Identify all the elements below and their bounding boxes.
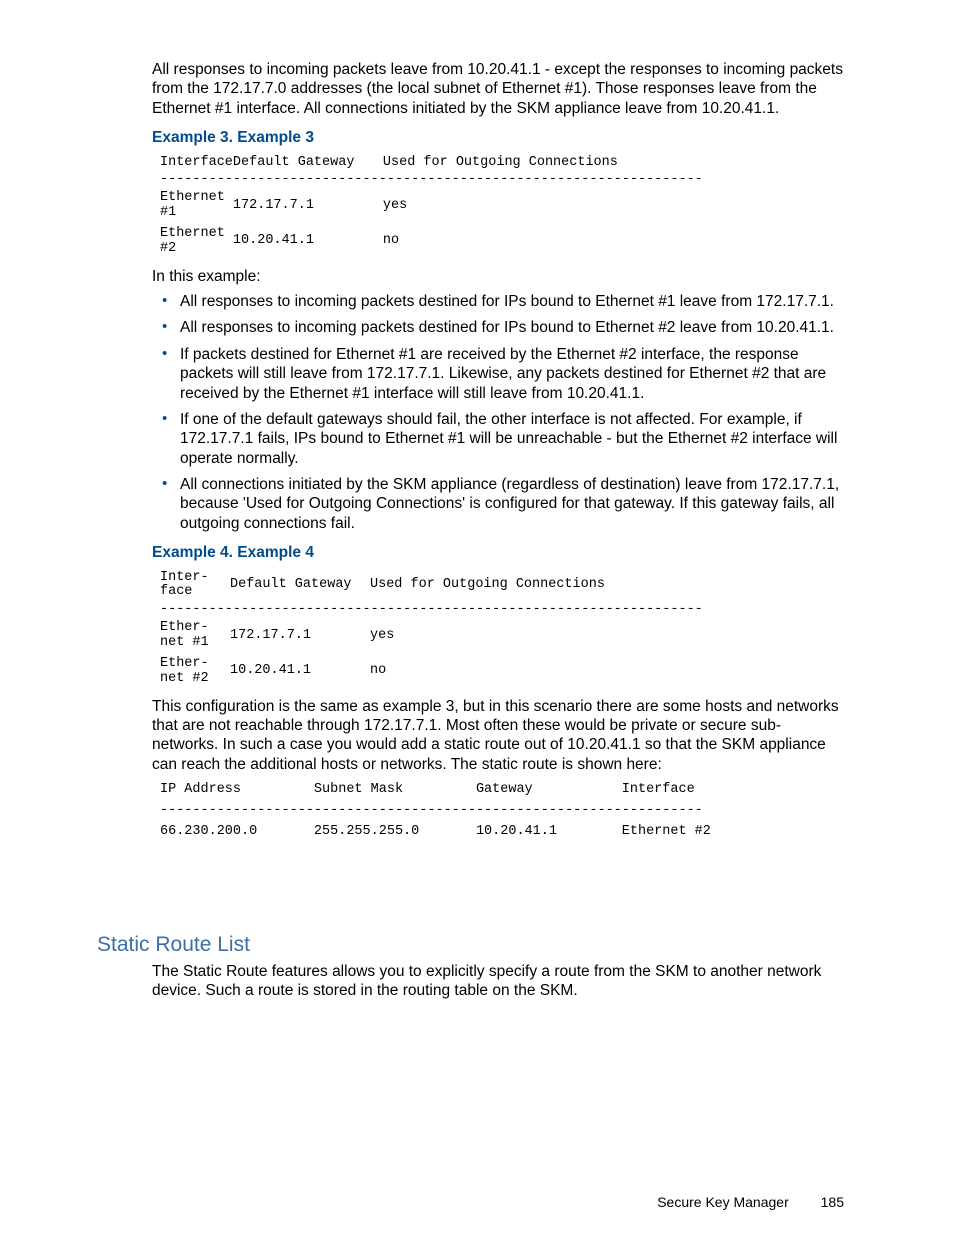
iface-line2: #1 (160, 205, 176, 220)
example-3-bullets: All responses to incoming packets destin… (152, 292, 844, 533)
cell-gateway: 10.20.41.1 (230, 657, 370, 687)
iface-line1: Inter- (160, 570, 209, 585)
cell-outgoing: no (370, 657, 703, 687)
sep-line: ----------------------------------------… (160, 600, 703, 621)
sep-line: ----------------------------------------… (160, 170, 703, 191)
example-4-heading: Example 4. Example 4 (152, 543, 844, 562)
static-route-paragraph: The Static Route features allows you to … (152, 962, 844, 1001)
iface-line2: #2 (160, 241, 176, 256)
page-footer: Secure Key Manager 185 (657, 1194, 844, 1212)
list-item: If one of the default gateways should fa… (152, 410, 844, 468)
table-header-row: Inter-face Default Gateway Used for Outg… (160, 571, 703, 601)
static-route-list-heading: Static Route List (97, 932, 250, 958)
iface-line1: Ether- (160, 620, 209, 635)
table-row: Ethernet#2 10.20.41.1 no (160, 227, 703, 257)
col-outgoing: Used for Outgoing Connections (383, 156, 703, 171)
iface-line2: face (160, 584, 192, 599)
iface-line1: Ethernet (160, 226, 225, 241)
example-3-table: Interface Default Gateway Used for Outgo… (160, 156, 703, 257)
cell-gateway: 10.20.41.1 (233, 227, 383, 257)
list-item: All responses to incoming packets destin… (152, 292, 844, 311)
example-3-heading: Example 3. Example 3 (152, 128, 844, 147)
col-outgoing: Used for Outgoing Connections (370, 571, 703, 601)
table-row: Ethernet#1 172.17.7.1 yes (160, 191, 703, 221)
cell-interface: Ethernet#2 (160, 227, 233, 257)
page-number: 185 (821, 1194, 844, 1212)
cell-gateway: 172.17.7.1 (233, 191, 383, 221)
cell-interface: Ether-net #2 (160, 657, 230, 687)
example-4-paragraph: This configuration is the same as exampl… (152, 697, 844, 775)
cell-interface: Ethernet#1 (160, 191, 233, 221)
static-route-code-block: IP Address Subnet Mask Gateway Interface… (160, 780, 844, 843)
iface-line1: Ether- (160, 656, 209, 671)
col-default-gateway: Default Gateway (230, 571, 370, 601)
footer-title: Secure Key Manager (657, 1194, 789, 1210)
list-item: If packets destined for Ethernet #1 are … (152, 345, 844, 403)
col-interface: Interface (160, 156, 233, 171)
col-interface: Inter-face (160, 571, 230, 601)
cell-outgoing: yes (370, 621, 703, 651)
table-separator: ----------------------------------------… (160, 600, 703, 621)
list-item: All responses to incoming packets destin… (152, 318, 844, 337)
example-4-table: Inter-face Default Gateway Used for Outg… (160, 571, 703, 687)
table-separator: ----------------------------------------… (160, 170, 703, 191)
table-header-row: Interface Default Gateway Used for Outgo… (160, 156, 703, 171)
list-item: All connections initiated by the SKM app… (152, 475, 844, 533)
cell-outgoing: yes (383, 191, 703, 221)
body-column: All responses to incoming packets leave … (152, 60, 844, 853)
static-route-body: The Static Route features allows you to … (152, 962, 844, 1007)
iface-line2: net #1 (160, 635, 209, 650)
in-this-example-label: In this example: (152, 267, 844, 286)
iface-line1: Ethernet (160, 190, 225, 205)
cell-outgoing: no (383, 227, 703, 257)
page: All responses to incoming packets leave … (0, 0, 954, 1235)
intro-paragraph: All responses to incoming packets leave … (152, 60, 844, 118)
table-row: Ether-net #2 10.20.41.1 no (160, 657, 703, 687)
col-default-gateway: Default Gateway (233, 156, 383, 171)
iface-line2: net #2 (160, 671, 209, 686)
cell-gateway: 172.17.7.1 (230, 621, 370, 651)
cell-interface: Ether-net #1 (160, 621, 230, 651)
table-row: Ether-net #1 172.17.7.1 yes (160, 621, 703, 651)
